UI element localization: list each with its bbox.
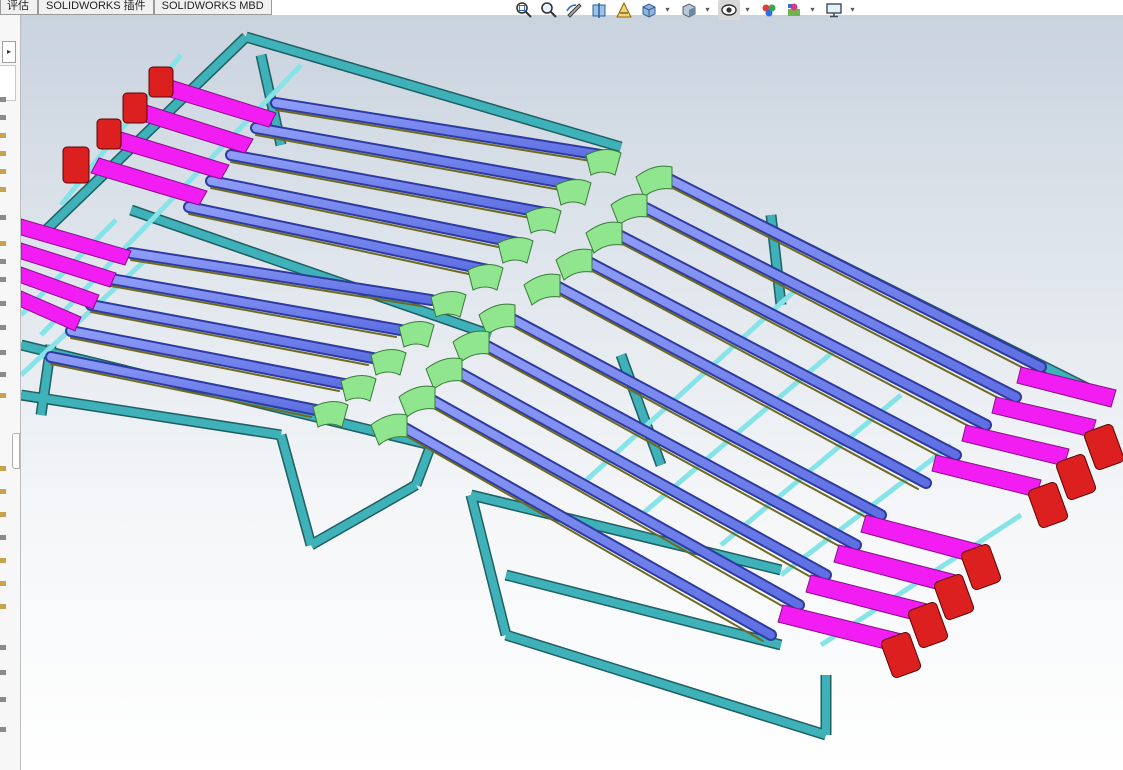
- heads-up-view-toolbar: ▾ ▾ ▾ ▾ ▾: [513, 0, 863, 20]
- view-orientation-dropdown[interactable]: ▾: [663, 0, 672, 20]
- tab-solidworks-addins[interactable]: SOLIDWORKS 插件: [38, 0, 154, 15]
- view-settings-dropdown[interactable]: ▾: [848, 0, 857, 20]
- command-manager-tabs: 评估 SOLIDWORKS 插件 SOLIDWORKS MBD: [0, 0, 272, 15]
- zoom-to-fit-button[interactable]: [513, 0, 535, 20]
- hide-show-items-dropdown[interactable]: ▾: [743, 0, 752, 20]
- hide-show-items-button[interactable]: [718, 0, 740, 20]
- edit-appearance-icon: [762, 4, 776, 17]
- edit-appearance-button[interactable]: [758, 0, 780, 20]
- apply-scene-button[interactable]: [783, 0, 805, 20]
- zoom-to-area-icon: [541, 2, 557, 18]
- previous-view-button[interactable]: [563, 0, 585, 20]
- right-upper-trays: [931, 366, 1123, 529]
- graphics-area[interactable]: [21, 15, 1123, 770]
- view-settings-button[interactable]: [823, 0, 845, 20]
- apply-scene-icon: [788, 3, 800, 16]
- view-settings-icon: [826, 3, 842, 18]
- section-view-button[interactable]: [588, 0, 610, 20]
- expand-panel-button[interactable]: ▸: [2, 41, 16, 63]
- tab-solidworks-mbd[interactable]: SOLIDWORKS MBD: [153, 0, 272, 15]
- filter-field[interactable]: [0, 65, 16, 101]
- zoom-to-area-button[interactable]: [538, 0, 560, 20]
- hide-show-items-icon: [721, 4, 737, 16]
- section-view-icon: [592, 3, 606, 18]
- apply-scene-dropdown[interactable]: ▾: [808, 0, 817, 20]
- tab-evaluate[interactable]: 评估: [0, 0, 38, 15]
- zoom-to-fit-icon: [516, 2, 532, 18]
- previous-view-icon: [566, 3, 582, 18]
- dynamic-annotation-icon: [616, 1, 632, 18]
- view-orientation-button[interactable]: [638, 0, 660, 20]
- view-orientation-icon: [642, 3, 656, 18]
- panel-collapse-handle[interactable]: [12, 433, 20, 469]
- display-style-dropdown[interactable]: ▾: [703, 0, 712, 20]
- right-lower-trays: [777, 514, 1002, 679]
- display-style-icon: [682, 3, 696, 18]
- dynamic-annotation-button[interactable]: [613, 0, 635, 20]
- conveyor-assembly-model: [21, 31, 1123, 741]
- display-style-button[interactable]: [678, 0, 700, 20]
- feature-manager-panel: ▸: [0, 15, 21, 770]
